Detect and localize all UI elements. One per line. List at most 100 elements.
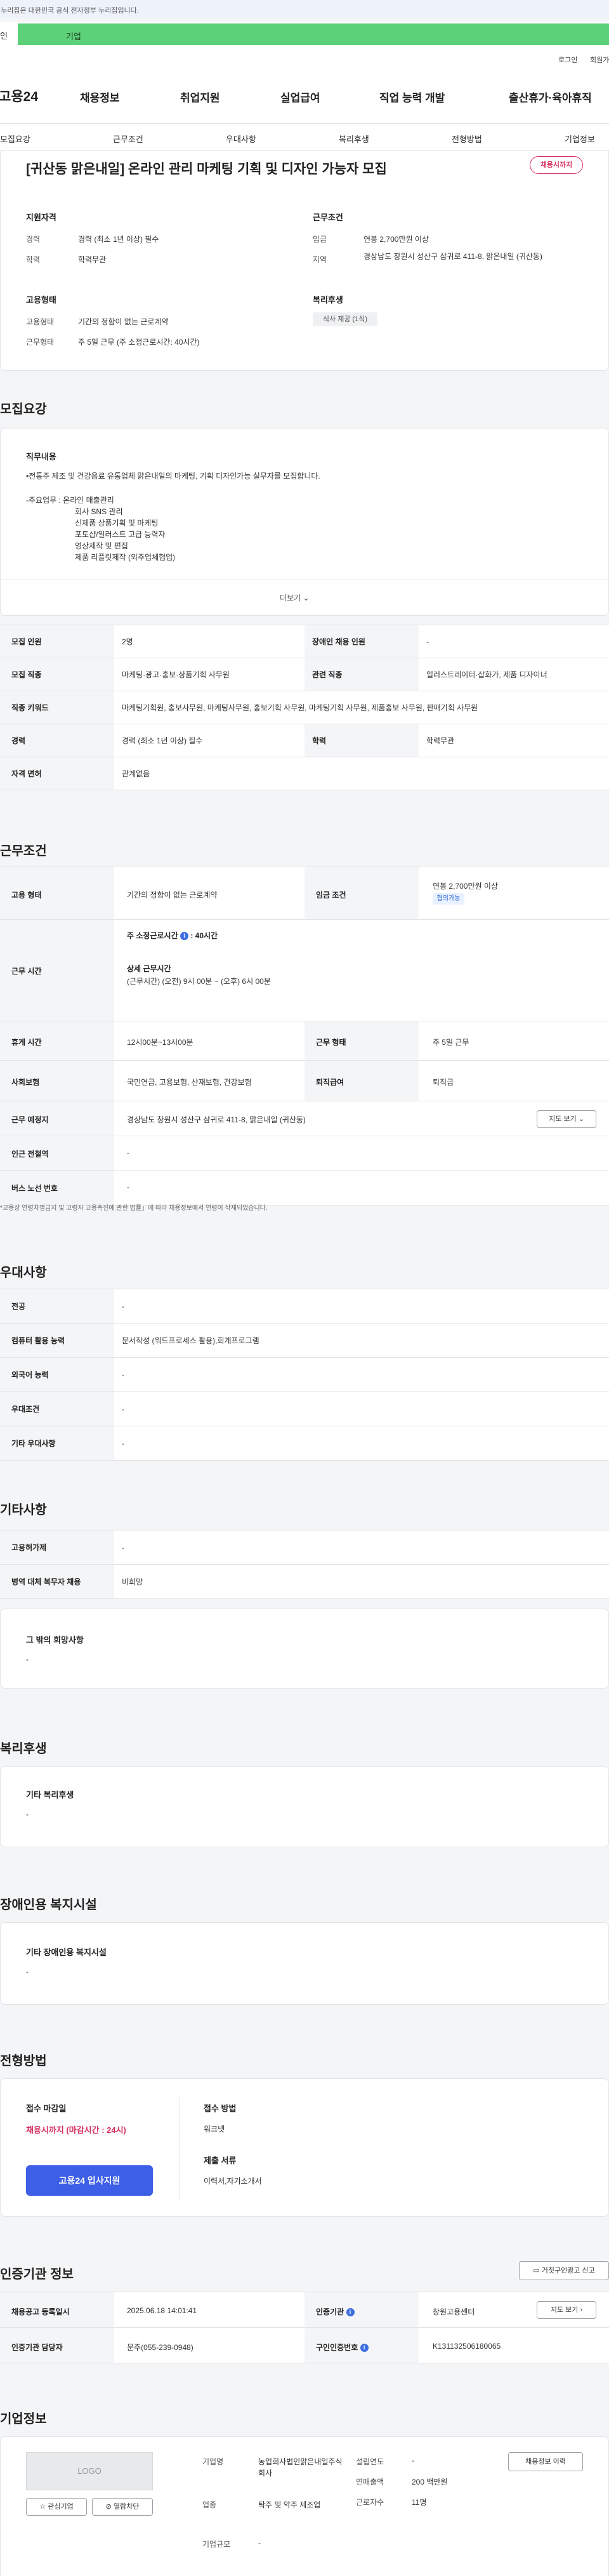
hours-label: 근무 시간 — [11, 967, 42, 976]
section-nav-company[interactable]: 기업정보 — [565, 133, 595, 145]
employees-label: 근로자수 — [356, 2498, 384, 2507]
region-value: 경상남도 창원시 성산구 삼귀로 411-8, 맑은내일 (귀산동) — [363, 252, 542, 261]
company-size-label: 기업규모 — [202, 2540, 231, 2549]
gnb-item-unemployment-benefit[interactable]: 실업급여 — [280, 89, 320, 105]
row-value: - — [114, 1289, 609, 1324]
welfare-card: 기타 복리후생 - — [0, 1766, 609, 1847]
section-nav-welfare[interactable]: 복리후생 — [339, 133, 369, 145]
duty-line: •전통주 제조 및 건강음료 유통업체 맑은내일의 마케팅, 기획 디자인가능 … — [26, 472, 320, 481]
deadline-badge: 채용시까지 — [530, 156, 583, 174]
education-label: 학력 — [26, 255, 41, 264]
region-label: 지역 — [313, 255, 327, 264]
industry-value: 탁주 및 약주 제조업 — [258, 2500, 321, 2509]
section-nav-recruit[interactable]: 모집요강 — [0, 133, 30, 145]
info-icon[interactable]: i — [360, 2344, 369, 2353]
agency-value: 창원고용센터 — [433, 2307, 475, 2316]
section-nav-screening[interactable]: 전형방법 — [452, 133, 482, 145]
section-nav-pref[interactable]: 우대사항 — [226, 133, 256, 145]
duty-line: 회사 SNS 관리 — [75, 507, 123, 516]
recruit-table: 모집 인원 2명 장애인 채용 인원 - 모집 직종 마케팅·광고·홍보·상품기… — [0, 625, 609, 790]
career-value: 경력 (최소 1년 이상) 필수 — [78, 235, 159, 244]
duty-card: 직무내용 •전통주 제조 및 건강음료 유통업체 맑은내일의 마케팅, 기획 디… — [0, 428, 609, 616]
severance-value: 퇴직금 — [433, 1078, 454, 1087]
recruit-history-button[interactable]: 채용정보 이력 — [508, 2452, 583, 2471]
sales-label: 연매출액 — [356, 2478, 384, 2486]
site-logo[interactable]: 고용24 — [0, 86, 38, 105]
row-label: 전공 — [0, 1289, 114, 1324]
duty-line: 영상제작 및 편집 — [75, 541, 128, 550]
report-false-ad-button[interactable]: ▭ 거짓구인광고 신고 — [519, 2261, 609, 2280]
manager-label: 인증기관 담당자 — [11, 2343, 63, 2352]
table-row: 병역 대체 복무자 채용 비희망 — [0, 1564, 609, 1599]
etc-heading: 기타사항 — [0, 1503, 47, 1517]
manager-value: 문주(055-239-0948) — [127, 2343, 193, 2352]
welfare-title: 복리후생 — [313, 295, 343, 305]
apply-button[interactable]: 고용24 입사지원 — [26, 2165, 153, 2196]
disabled-facilities-value: - — [26, 1967, 29, 1976]
row-value: - — [114, 1530, 609, 1565]
row-value: - — [114, 1391, 609, 1426]
info-icon[interactable]: i — [180, 932, 188, 941]
tab-individual[interactable]: 개인 — [0, 22, 18, 47]
preference-heading: 우대사항 — [0, 1266, 47, 1280]
industry-label: 업종 — [202, 2500, 217, 2509]
preference-table: 전공 - 컴퓨터 활용 능력 문서작성 (워드프로세스 활용),회계프로그램 외국어… — [0, 1289, 609, 1461]
block-view-button[interactable]: ⊘ 열람차단 — [92, 2498, 153, 2516]
job-title: [귀산동 맑은내일] 온라인 관리 마케팅 기획 및 디자인 가능자 모집 — [26, 162, 387, 176]
employment-type-title: 고용형태 — [26, 295, 56, 305]
interest-company-button[interactable]: ☆ 관심기업 — [26, 2498, 87, 2516]
more-button[interactable]: 더보기 ⌄ — [280, 592, 310, 603]
agency-map-button[interactable]: 지도 보기 › — [537, 2301, 596, 2319]
documents-value: 이력서,자기소개서 — [204, 2177, 262, 2186]
deadline-value: 채용시까지 (마감시간 : 24시) — [26, 2125, 126, 2135]
disabled-facilities-title: 기타 장애인용 복지시설 — [26, 1948, 107, 1957]
company-name-label: 기업명 — [202, 2457, 224, 2466]
rest-value: 12시00분~13시00분 — [127, 1038, 193, 1047]
info-icon[interactable]: i — [346, 2308, 355, 2317]
gnb-item-jobs[interactable]: 채용정보 — [80, 89, 120, 105]
table-row: 기타 우대사항 - — [0, 1426, 609, 1461]
recruit-heading: 모집요강 — [0, 402, 47, 416]
table-row: 모집 인원 2명 장애인 채용 인원 - — [0, 625, 609, 658]
founded-label: 설립연도 — [356, 2457, 384, 2466]
table-row: 고용허가제 - — [0, 1530, 609, 1565]
row-label: 관련 직종 — [304, 658, 419, 691]
section-nav-work[interactable]: 근무조건 — [113, 133, 143, 145]
method-value: 워크넷 — [204, 2125, 225, 2134]
workplace-value: 경상남도 창원시 성산구 삼귀로 411-8, 맑은내일 (귀산동) — [127, 1115, 306, 1124]
conditions-title: 근무조건 — [313, 213, 343, 222]
row-label: 고용허가제 — [0, 1530, 114, 1565]
gnb-item-vocational-training[interactable]: 직업 능력 개발 — [379, 89, 445, 105]
welfare-card-value: - — [26, 1810, 29, 1819]
table-row: 외국어 능력 - — [0, 1357, 609, 1392]
row-label: 컴퓨터 활용 능력 — [0, 1323, 114, 1358]
disabled-facilities-card: 기타 장애인용 복지시설 - — [0, 1922, 609, 2005]
cert-number-value: K131132506180065 — [433, 2342, 501, 2351]
agency-heading: 인증기관 정보 — [0, 2267, 74, 2281]
login-link[interactable]: 로그인 — [558, 55, 577, 65]
wage-value: 연봉 2,700만원 이상 — [363, 235, 429, 244]
row-value: 학력무관 — [419, 724, 609, 757]
agency-label: 인증기관 i — [316, 2306, 355, 2317]
gnb-item-employment-support[interactable]: 취업지원 — [180, 89, 220, 105]
welfare-heading: 복리후생 — [0, 1742, 47, 1756]
header: 로그인 회원가입 고용24 채용정보 취업지원 실업급여 직업 능력 개발 출산… — [0, 47, 609, 123]
subway-value: - — [127, 1148, 129, 1157]
row-value: 마케팅기획원, 홍보사무원, 마케팅사무원, 홍보기획 사무원, 마케팅기획 사… — [114, 691, 609, 724]
disabled-facilities-heading: 장애인용 복지시설 — [0, 1898, 97, 1912]
work-table: 고용 형태 기간의 정함이 없는 근로계약 임금 조건 연봉 2,700만원 이… — [0, 866, 609, 1205]
bus-label: 버스 노선 번호 — [11, 1184, 58, 1193]
sales-value: 200 백만원 — [412, 2478, 448, 2486]
row-value: 경력 (최소 1년 이상) 필수 — [114, 724, 304, 757]
gnb-item-parental-leave[interactable]: 출산휴가·육아휴직 — [509, 89, 592, 105]
work-form-label: 근무 형태 — [316, 1038, 346, 1047]
map-button[interactable]: 지도 보기 ⌄ — [537, 1110, 596, 1128]
site-tabs: 개인 기업 — [0, 22, 609, 47]
tab-enterprise[interactable]: 기업 — [18, 23, 609, 45]
company-size-value: - — [258, 2539, 261, 2547]
employees-value: 11명 — [412, 2498, 427, 2507]
work-heading: 근무조건 — [0, 844, 47, 858]
row-value: 일러스트레이터·삽화가, 제품 디자이너 — [419, 658, 609, 691]
signup-link[interactable]: 회원가입 — [590, 55, 609, 65]
row-value: 비희망 — [114, 1564, 609, 1599]
